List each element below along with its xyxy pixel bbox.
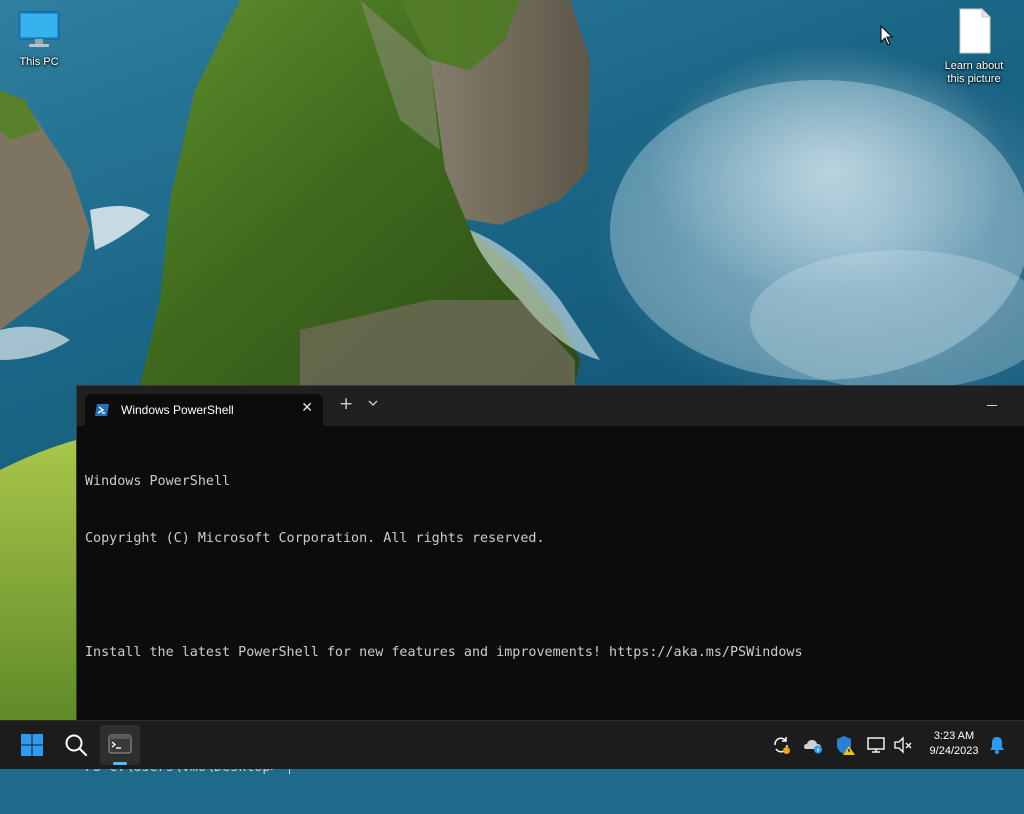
volume-muted-icon[interactable]	[892, 734, 914, 756]
sync-icon[interactable]	[770, 734, 792, 756]
console-line: Copyright (C) Microsoft Corporation. All…	[85, 531, 545, 546]
search-icon	[65, 734, 88, 757]
desktop-icon-this-pc[interactable]: This PC	[1, 10, 77, 69]
document-icon	[959, 7, 992, 54]
console-line: Windows PowerShell	[85, 474, 231, 489]
windows-start-icon	[21, 734, 43, 756]
clock-date: 9/24/2023	[929, 745, 979, 757]
terminal-window[interactable]: Windows PowerShell ✕ + Windows PowerShel…	[76, 385, 1024, 775]
bell-icon[interactable]	[986, 734, 1008, 756]
tab-windows-powershell[interactable]: Windows PowerShell ✕	[85, 394, 323, 426]
chevron-down-icon[interactable]	[368, 398, 378, 408]
onedrive-icon[interactable]	[802, 734, 824, 756]
new-tab-button[interactable]: +	[339, 396, 353, 413]
powershell-icon	[95, 404, 109, 416]
taskbar-terminal-button[interactable]	[100, 725, 140, 765]
desktop-icon-label: Learn about this picture	[944, 60, 1004, 85]
running-indicator	[113, 762, 127, 765]
console-line: Install the latest PowerShell for new fe…	[85, 645, 803, 660]
search-button[interactable]	[56, 725, 96, 765]
clock-time: 3:23 AM	[933, 730, 975, 742]
desktop-icon-learn-about-this-picture[interactable]: Learn about this picture	[936, 7, 1012, 86]
terminal-icon	[108, 734, 132, 754]
start-button[interactable]	[12, 725, 52, 765]
minimize-button[interactable]	[987, 405, 997, 406]
network-icon[interactable]	[866, 734, 888, 756]
monitor-icon	[18, 11, 60, 47]
tab-title: Windows PowerShell	[121, 403, 234, 417]
taskbar: 3:23 AM 9/24/2023	[0, 720, 1024, 769]
close-tab-icon[interactable]: ✕	[301, 400, 313, 416]
desktop-icon-label: This PC	[19, 56, 59, 68]
defender-icon[interactable]	[834, 734, 856, 756]
terminal-titlebar[interactable]: Windows PowerShell ✕ +	[77, 386, 1024, 426]
system-clock[interactable]: 3:23 AM 9/24/2023	[918, 729, 990, 759]
mouse-pointer-icon	[880, 25, 894, 46]
